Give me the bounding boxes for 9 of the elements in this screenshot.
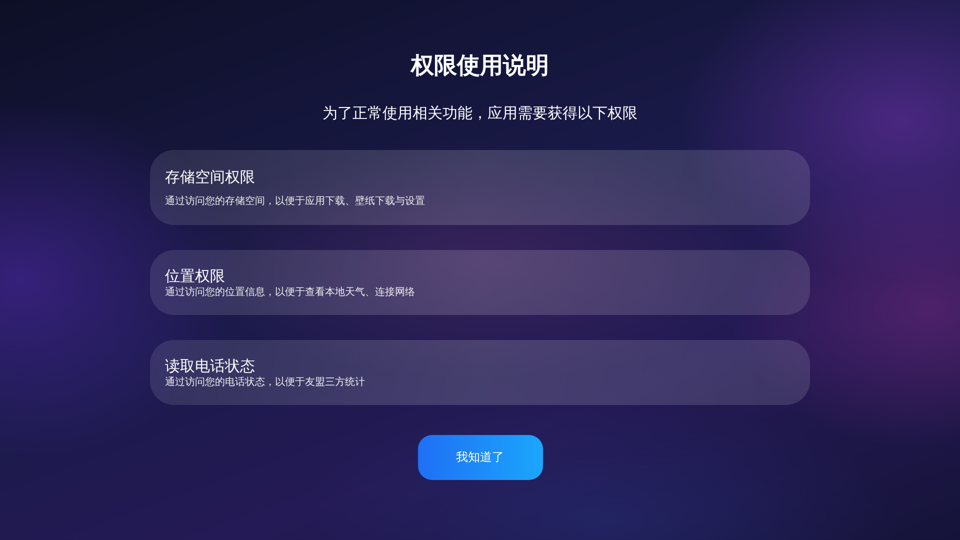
permission-name: 存储空间权限 — [165, 166, 256, 186]
permission-description: 通过访问您的位置信息，以便于查看本地天气、连接网络 — [165, 286, 416, 300]
permission-description: 通过访问您的存储空间，以便于应用下载、壁纸下载与设置 — [165, 194, 426, 208]
dialog-title: 权限使用说明 — [411, 52, 549, 81]
permission-description: 通过访问您的电话状态，以便于友盟三方统计 — [165, 376, 366, 390]
permission-name: 位置权限 — [165, 266, 226, 286]
acknowledge-button[interactable]: 我知道了 — [418, 435, 542, 480]
permission-name: 读取电话状态 — [165, 356, 256, 376]
dialog-subtitle: 为了正常使用相关功能，应用需要获得以下权限 — [322, 103, 638, 124]
